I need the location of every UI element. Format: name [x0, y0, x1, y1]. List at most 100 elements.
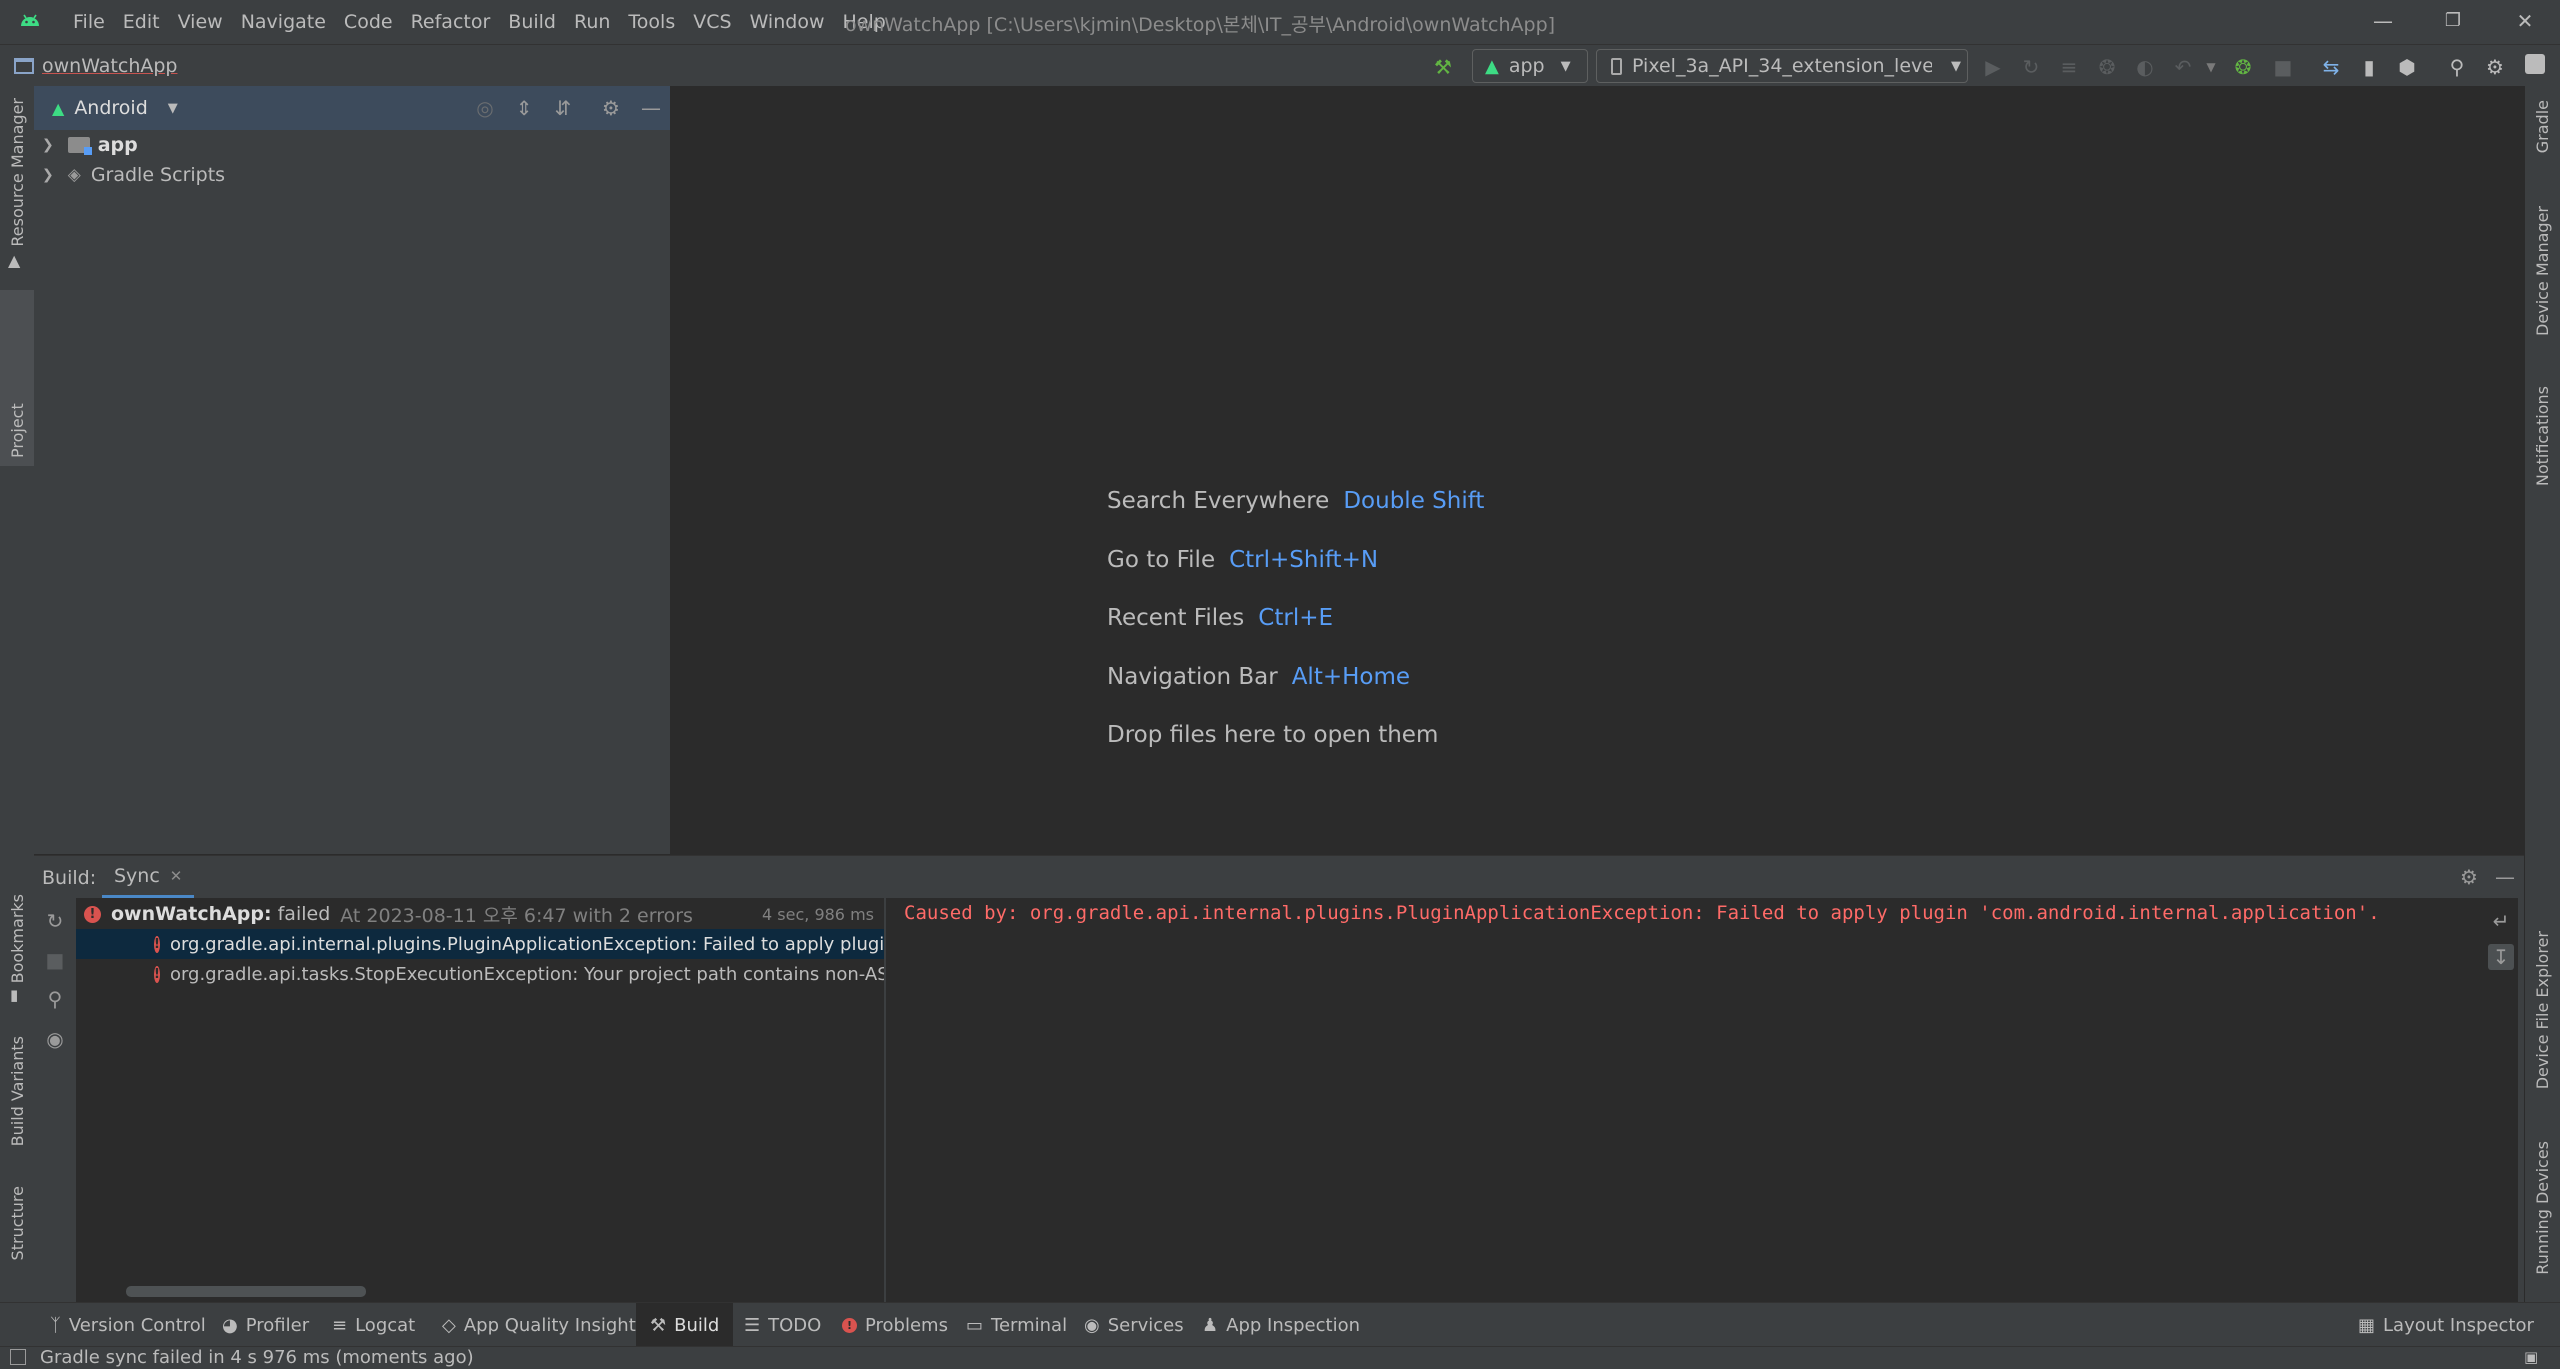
build-settings-gear-icon[interactable]: ⚙ [2456, 864, 2482, 890]
sync-gradle-icon[interactable]: ⇆ [2318, 54, 2344, 80]
project-panel: ▲ Android ▼ ◎ ⇕ ⇵ ⚙ — ❯ app ❯ ◈ Gradle S… [34, 86, 671, 854]
breadcrumb-project[interactable]: ownWatchApp [42, 55, 177, 77]
tab-build[interactable]: ⚒ Build [636, 1303, 734, 1347]
tab-services[interactable]: ◉ Services [1084, 1303, 1184, 1347]
tab-problems[interactable]: ! Problems [842, 1303, 948, 1347]
more-run-options-icon[interactable]: ▼ [2198, 54, 2224, 80]
attach-debugger-icon[interactable]: ↶ [2170, 54, 2196, 80]
tab-project[interactable]: Project [0, 290, 34, 466]
tab-build-variants[interactable]: Build Variants [0, 1036, 34, 1146]
collapse-all-icon[interactable]: ⇵ [550, 95, 576, 121]
close-tab-icon[interactable]: ✕ [170, 867, 183, 885]
horizontal-scrollbar[interactable] [126, 1286, 366, 1297]
profile-icon[interactable]: ◐ [2132, 54, 2158, 80]
hint-search-everywhere: Search Everywhere Double Shift [1107, 488, 1485, 514]
error-icon: ! [154, 935, 160, 953]
menu-edit[interactable]: Edit [114, 11, 169, 33]
soft-wrap-icon[interactable]: ↵ [2488, 908, 2514, 934]
sdk-manager-icon[interactable]: ⬢ [2394, 54, 2420, 80]
tab-terminal[interactable]: ▭ Terminal [966, 1303, 1067, 1347]
list-icon: ☰ [744, 1314, 761, 1336]
toggle-tool-windows-icon[interactable] [10, 1349, 26, 1365]
main-menu: File Edit View Navigate Code Refactor Bu… [64, 0, 895, 44]
android-icon: ▲ [52, 98, 65, 118]
menu-tools[interactable]: Tools [619, 11, 684, 33]
tab-todo[interactable]: ☰ TODO [744, 1303, 821, 1347]
menu-file[interactable]: File [64, 11, 114, 33]
menu-navigate[interactable]: Navigate [232, 11, 335, 33]
build-error-row[interactable]: ! org.gradle.api.tasks.StopExecutionExce… [76, 959, 884, 989]
menu-vcs[interactable]: VCS [684, 11, 740, 33]
tab-running-devices[interactable]: Running Devices [2525, 1141, 2559, 1275]
project-panel-header: ▲ Android ▼ ◎ ⇕ ⇵ ⚙ — [34, 86, 670, 130]
phone-icon [1611, 57, 1622, 75]
tab-logcat[interactable]: ≡ Logcat [332, 1303, 415, 1347]
resource-manager-icon: ▲ [8, 251, 21, 270]
build-error-row[interactable]: ! org.gradle.api.internal.plugins.Plugin… [76, 929, 884, 959]
run-icon[interactable]: ▶ [1980, 54, 2006, 80]
stop-sync-icon[interactable]: ■ [42, 947, 68, 973]
hide-panel-icon[interactable]: — [638, 95, 664, 121]
chevron-down-icon: ▼ [1560, 58, 1571, 74]
android-app-icon: ▲ [1485, 55, 1499, 77]
stop-icon[interactable]: ■ [2270, 54, 2296, 80]
close-window-icon[interactable]: ✕ [2508, 6, 2542, 36]
build-error-text: org.gradle.api.internal.plugins.PluginAp… [169, 933, 884, 955]
tab-profiler[interactable]: ◕ Profiler [222, 1303, 309, 1347]
scroll-to-end-icon[interactable]: ↧ [2488, 944, 2514, 970]
menu-refactor[interactable]: Refactor [402, 11, 500, 33]
tab-gradle[interactable]: Gradle [2525, 100, 2559, 153]
minimize-window-icon[interactable]: — [2366, 6, 2400, 36]
menu-window[interactable]: Window [741, 11, 834, 33]
tab-device-file-explorer[interactable]: Device File Explorer [2525, 931, 2559, 1089]
editor-empty-area[interactable]: Search Everywhere Double Shift Go to File… [671, 86, 2524, 854]
hammer-icon: ⚒ [650, 1314, 667, 1336]
tab-version-control[interactable]: ᛉ Version Control [50, 1303, 206, 1347]
left-tool-stripe: Resource Manager ▲ Project Bookmarks ▮ B… [0, 86, 35, 1302]
options-gear-icon[interactable]: ⚙ [598, 95, 624, 121]
tab-notifications[interactable]: Notifications [2525, 386, 2559, 486]
menu-build[interactable]: Build [499, 11, 565, 33]
event-log-icon[interactable]: ▣ [2524, 1348, 2538, 1366]
project-window-icon [14, 58, 34, 74]
menu-run[interactable]: Run [565, 11, 619, 33]
tab-app-inspection[interactable]: ♟ App Inspection [1202, 1303, 1360, 1347]
filter-eye-icon[interactable]: ◉ [42, 1026, 68, 1052]
search-icon[interactable]: ⚲ [2444, 54, 2470, 80]
rerun-sync-icon[interactable]: ↻ [42, 908, 68, 934]
tree-item-gradle-scripts[interactable]: ❯ ◈ Gradle Scripts [34, 160, 225, 190]
gemini-icon[interactable] [2522, 54, 2548, 80]
device-select[interactable]: Pixel_3a_API_34_extension_level_7_x86_64… [1596, 49, 1968, 83]
menu-view[interactable]: View [169, 11, 232, 33]
tab-sync[interactable]: Sync ✕ [102, 856, 195, 898]
apply-changes-icon[interactable]: ↻ [2018, 54, 2044, 80]
tab-bookmarks[interactable]: Bookmarks [0, 894, 34, 983]
apply-code-changes-icon[interactable]: ≡ [2056, 54, 2082, 80]
build-panel-label: Build: [42, 867, 97, 889]
tab-app-quality-insights[interactable]: ◇ App Quality Insights [442, 1303, 645, 1347]
project-view-select[interactable]: ▲ Android ▼ [52, 94, 178, 122]
expand-all-icon[interactable]: ⇕ [511, 95, 537, 121]
logcat-icon: ≡ [332, 1314, 348, 1336]
select-opened-file-icon[interactable]: ◎ [472, 95, 498, 121]
menu-code[interactable]: Code [335, 11, 402, 33]
pin-tab-icon[interactable]: ⚲ [42, 986, 68, 1012]
status-message[interactable]: Gradle sync failed in 4 s 976 ms (moment… [40, 1347, 474, 1368]
tab-structure[interactable]: Structure [0, 1186, 34, 1260]
build-console-output[interactable]: Caused by: org.gradle.api.internal.plugi… [886, 898, 2518, 1303]
attach-debugger-android-icon[interactable]: ❂ [2230, 54, 2256, 80]
tab-device-manager[interactable]: Device Manager [2525, 206, 2559, 336]
settings-gear-icon[interactable]: ⚙ [2482, 54, 2508, 80]
debug-icon[interactable]: ❂ [2094, 54, 2120, 80]
tab-layout-inspector[interactable]: ▦ Layout Inspector [2358, 1303, 2534, 1347]
device-manager-icon[interactable]: ▮ [2356, 54, 2382, 80]
run-configuration-select[interactable]: ▲ app ▼ [1472, 49, 1588, 83]
tree-item-label: app [97, 134, 138, 156]
tab-resource-manager[interactable]: Resource Manager [0, 98, 34, 247]
breadcrumb[interactable]: ownWatchApp [14, 53, 177, 79]
build-root-row[interactable]: ! ownWatchApp: failed At 2023-08-11 오후 6… [84, 900, 880, 928]
restore-window-icon[interactable]: ❐ [2436, 6, 2470, 36]
tree-item-app[interactable]: ❯ app [34, 130, 138, 160]
make-project-hammer-icon[interactable]: ⚒ [1430, 54, 1456, 80]
hide-build-panel-icon[interactable]: — [2492, 864, 2518, 890]
